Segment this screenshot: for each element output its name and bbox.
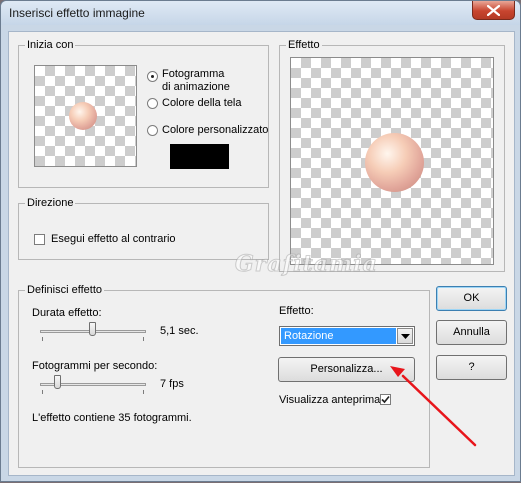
- effect-type-label: Effetto:: [279, 305, 314, 317]
- chevron-down-icon: [401, 334, 410, 339]
- help-button[interactable]: ?: [436, 355, 507, 380]
- radio-custom-color-label: Colore personalizzato: [162, 124, 269, 136]
- radio-animation-frame[interactable]: [147, 71, 158, 82]
- effect-preview-group: Effetto: [279, 38, 505, 272]
- customize-button[interactable]: Personalizza...: [278, 357, 415, 382]
- fps-value: 7 fps: [160, 378, 184, 390]
- radio-animation-frame-label-1: Fotogramma: [162, 68, 225, 80]
- duration-label: Durata effetto:: [32, 307, 102, 319]
- fps-label: Fotogrammi per secondo:: [32, 360, 158, 372]
- start-with-label: Inizia con: [25, 38, 76, 52]
- effect-type-dropdown-button[interactable]: [397, 328, 413, 344]
- custom-color-swatch[interactable]: [170, 144, 229, 169]
- close-icon: [487, 5, 500, 16]
- radio-canvas-color[interactable]: [147, 98, 158, 109]
- radio-canvas-color-label: Colore della tela: [162, 97, 242, 109]
- effect-type-select[interactable]: Rotazione: [279, 326, 415, 346]
- ok-button[interactable]: OK: [436, 286, 507, 311]
- close-button[interactable]: [472, 1, 515, 20]
- fps-tick-start: [42, 390, 43, 394]
- sphere-thumbnail: [69, 102, 97, 130]
- watermark: Grafitamia: [235, 251, 378, 278]
- dialog-window: Inserisci effetto immagine Inizia con Fo…: [0, 0, 521, 482]
- reverse-effect-checkbox[interactable]: [34, 234, 45, 245]
- define-effect-label: Definisci effetto: [25, 283, 105, 297]
- fps-tick-end: [143, 390, 144, 394]
- duration-slider-thumb[interactable]: [89, 322, 96, 336]
- effect-preview-label: Effetto: [286, 38, 322, 52]
- show-preview-checkbox[interactable]: [380, 394, 391, 405]
- direction-group: Direzione Esegui effetto al contrario: [18, 196, 269, 260]
- cancel-button[interactable]: Annulla: [436, 320, 507, 345]
- title-bar[interactable]: Inserisci effetto immagine: [1, 1, 520, 25]
- radio-animation-frame-label-2: di animazione: [162, 81, 230, 93]
- duration-tick-end: [143, 337, 144, 341]
- fps-slider-thumb[interactable]: [54, 375, 61, 389]
- duration-value: 5,1 sec.: [160, 325, 199, 337]
- start-with-group: Inizia con Fotogramma di animazione Colo…: [18, 38, 269, 188]
- checkmark-icon: [381, 395, 390, 404]
- radio-custom-color[interactable]: [147, 125, 158, 136]
- direction-label: Direzione: [25, 196, 76, 210]
- effect-type-value: Rotazione: [281, 328, 396, 344]
- dialog-body: Inizia con Fotogramma di animazione Colo…: [8, 31, 515, 476]
- window-title: Inserisci effetto immagine: [9, 6, 145, 20]
- sphere-preview: [365, 133, 424, 192]
- duration-tick-start: [42, 337, 43, 341]
- watermark-text: Grafitamia: [235, 251, 378, 278]
- show-preview-label: Visualizza anteprima: [279, 394, 381, 406]
- start-preview-thumbnail: [34, 65, 137, 167]
- define-effect-group: Definisci effetto Durata effetto: 5,1 se…: [18, 283, 430, 468]
- reverse-effect-label: Esegui effetto al contrario: [51, 233, 176, 245]
- frames-count-text: L'effetto contiene 35 fotogrammi.: [32, 412, 192, 424]
- effect-preview-canvas: [290, 57, 494, 265]
